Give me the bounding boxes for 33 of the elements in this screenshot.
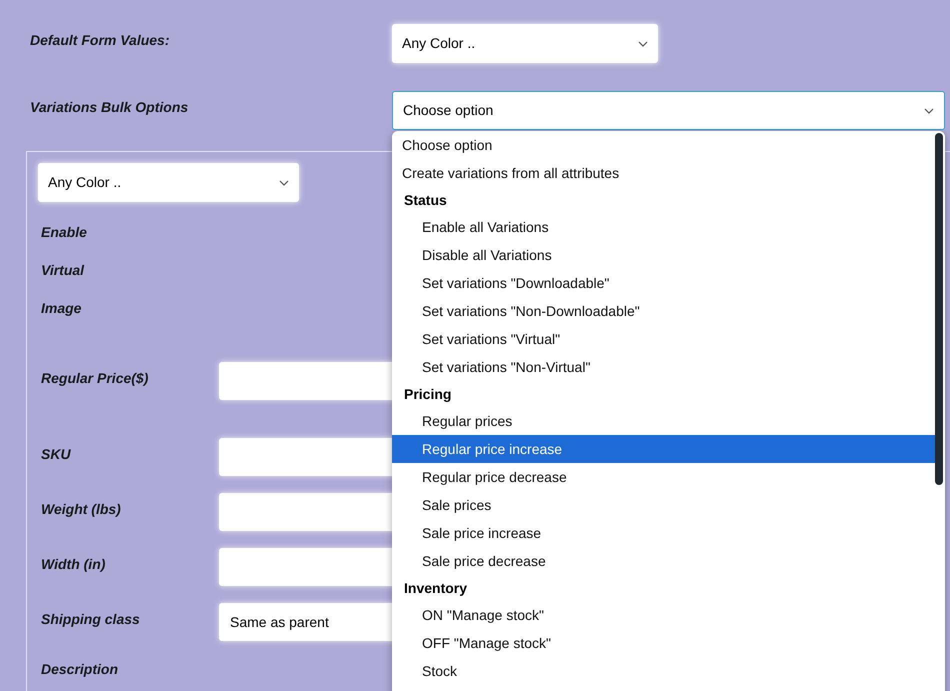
dropdown-option[interactable]: Set variations "Non-Downloadable" [392,297,935,325]
chevron-down-icon [924,108,934,114]
field-label: Enable [41,224,87,240]
dropdown-option[interactable]: ON "Manage stock" [392,601,935,629]
field-label: Variations Bulk Options [30,99,188,115]
field-label: Default Form Values: [30,32,170,48]
dropdown-option[interactable]: Stock [392,657,935,685]
dropdown-option[interactable]: Regular prices [392,407,935,435]
default-color-select[interactable]: Any Color .. [392,24,658,63]
dropdown-option[interactable]: Disable all Variations [392,241,935,269]
scrollbar[interactable] [935,133,943,485]
dropdown-option[interactable]: Set variations "Non-Virtual" [392,353,935,381]
dropdown-option[interactable]: Sale price increase [392,519,935,547]
field-label: Regular Price($) [41,370,148,386]
field-label: Shipping class [41,611,140,627]
field-label: SKU [41,446,71,462]
dropdown-option[interactable]: Create variations from all attributes [392,159,935,187]
dropdown-option[interactable]: Set variations "Downloadable" [392,269,935,297]
dropdown-option[interactable]: Regular price decrease [392,463,935,491]
chevron-down-icon [279,180,289,186]
field-label: Description [41,661,118,677]
dropdown-option[interactable]: OFF "Manage stock" [392,629,935,657]
dropdown-option[interactable]: Choose option [392,131,935,159]
field-label: Image [41,300,82,316]
field-label: Weight (lbs) [41,501,121,517]
option-group-heading: Status [404,190,447,210]
attribute-select[interactable]: Any Color .. [38,163,299,202]
field-label: Virtual [41,262,84,278]
dropdown-option[interactable]: Set variations "Virtual" [392,325,935,353]
field-label: Width (in) [41,556,106,572]
dropdown-option[interactable]: Enable all Variations [392,213,935,241]
bulk-options-select[interactable]: Choose option [392,91,945,130]
chevron-down-icon [638,40,648,46]
